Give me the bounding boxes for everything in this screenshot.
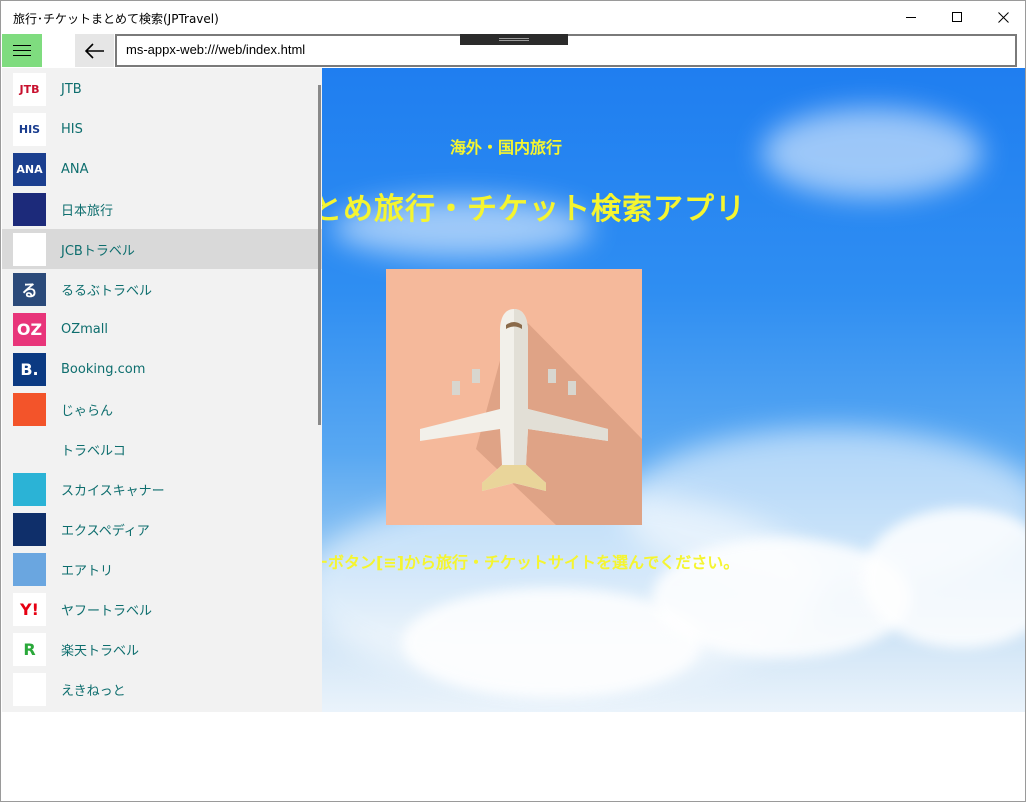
cloud-decoration	[762, 108, 982, 198]
menu-item-label: エクスペディア	[61, 523, 150, 539]
menu-item-label: エアトリ	[61, 563, 114, 579]
nihon-ryoko-logo-icon	[13, 192, 46, 226]
maximize-icon	[952, 12, 962, 22]
travelko-logo-icon	[13, 432, 46, 466]
menu-item-label: スカイスキャナー	[61, 483, 165, 499]
close-icon	[997, 11, 1009, 23]
menu-icon-text: ANA	[16, 162, 43, 176]
menu-item-ana[interactable]: ANA ANA	[2, 149, 322, 189]
menu-scrollbar[interactable]	[318, 85, 321, 425]
hamburger-line	[13, 55, 31, 56]
back-arrow-icon	[84, 42, 104, 59]
menu-item-skyscanner[interactable]: スカイスキャナー	[2, 469, 322, 509]
page-subtitle: 海外・国内旅行	[450, 138, 563, 157]
menu-item-label: トラベルコ	[61, 443, 126, 459]
jtb-logo-icon: JTB	[13, 72, 46, 106]
rakuten-travel-logo-icon: R	[13, 632, 46, 666]
instruction-text: ーボタン[≡]から旅行・チケットサイトを選んでください。	[312, 553, 740, 572]
menu-icon-text: る	[21, 281, 38, 300]
bottom-blank-area	[2, 712, 1025, 801]
menu-item-label: じゃらん	[61, 403, 114, 419]
menu-item-rurubu[interactable]: る るるぶトラベル	[2, 269, 322, 309]
menu-icon-text: Y!	[20, 599, 39, 619]
window-title: 旅行･チケットまとめて検索(JPTravel)	[13, 12, 219, 26]
hamburger-line	[13, 50, 31, 51]
side-navigation-pane[interactable]: JTB JTB HIS HIS ANA ANA 日本旅行 JCBトラベルるるるぶトラベル OZ O…	[2, 68, 322, 712]
menu-item-label: JTB	[61, 81, 82, 97]
menu-item-label: JCBトラベル	[61, 243, 135, 259]
airtrip-logo-icon	[13, 552, 46, 586]
rurubu-logo-icon: る	[13, 272, 46, 306]
drag-grip-handle[interactable]	[460, 34, 568, 45]
menu-item-label: ヤフートラベル	[61, 603, 153, 619]
menu-item-ekinet[interactable]: えきねっと	[2, 669, 322, 709]
menu-item-jcb-travel[interactable]: JCBトラベル	[2, 229, 322, 269]
menu-item-airtrip[interactable]: エアトリ	[2, 549, 322, 589]
menu-item-nihon-ryoko[interactable]: 日本旅行	[2, 189, 322, 229]
page-title: とめ旅行・チケット検索アプリ	[312, 192, 746, 227]
ozmall-logo-icon: OZ	[13, 312, 46, 346]
jalan-logo-icon	[13, 392, 46, 426]
back-button[interactable]	[75, 34, 114, 67]
ekinet-logo-icon	[13, 672, 46, 706]
menu-item-label: るるぶトラベル	[61, 283, 153, 299]
his-logo-icon: HIS	[13, 112, 46, 146]
menu-item-label: OZmall	[61, 321, 108, 337]
menu-icon-text: OZ	[16, 319, 43, 339]
close-button[interactable]	[980, 1, 1025, 33]
ana-logo-icon: ANA	[13, 152, 46, 186]
menu-item-label: HIS	[61, 121, 83, 137]
menu-item-jtb[interactable]: JTB JTB	[2, 69, 322, 109]
airplane-icon	[420, 309, 642, 525]
expedia-logo-icon	[13, 512, 46, 546]
menu-item-label: 日本旅行	[61, 203, 114, 219]
yahoo-travel-logo-icon: Y!	[13, 592, 46, 626]
menu-item-ozmall[interactable]: OZ OZmall	[2, 309, 322, 349]
menu-item-yahoo-travel[interactable]: Y! ヤフートラベル	[2, 589, 322, 629]
menu-item-label: 楽天トラベル	[61, 643, 140, 659]
title-bar[interactable]: 旅行･チケットまとめて検索(JPTravel)	[1, 1, 1025, 33]
menu-icon-text: R	[23, 639, 36, 659]
booking-logo-icon: B.	[13, 352, 46, 386]
maximize-button[interactable]	[934, 1, 980, 33]
grip-icon	[499, 38, 529, 41]
menu-icon-text: JTB	[19, 82, 40, 96]
menu-item-rakuten-travel[interactable]: R 楽天トラベル	[2, 629, 322, 669]
menu-item-label: Booking.com	[61, 361, 146, 377]
menu-item-jalan[interactable]: じゃらん	[2, 389, 322, 429]
menu-icon-text: HIS	[18, 122, 41, 136]
menu-item-label: ANA	[61, 161, 89, 177]
menu-item-travelko[interactable]: トラベルコ	[2, 429, 322, 469]
menu-item-booking[interactable]: B. Booking.com	[2, 349, 322, 389]
hamburger-menu-button[interactable]	[2, 34, 42, 67]
skyscanner-logo-icon	[13, 472, 46, 506]
menu-item-expedia[interactable]: エクスペディア	[2, 509, 322, 549]
jcb-travel-logo-icon	[13, 232, 46, 266]
menu-item-label: えきねっと	[61, 683, 126, 699]
menu-icon-text: B.	[20, 359, 39, 379]
hamburger-line	[13, 45, 31, 46]
menu-item-his[interactable]: HIS HIS	[2, 109, 322, 149]
url-text: ms-appx-web:///web/index.html	[126, 42, 306, 57]
minimize-button[interactable]	[888, 1, 934, 33]
airplane-image	[386, 269, 642, 525]
minimize-icon	[906, 16, 916, 18]
app-window: 旅行･チケットまとめて検索(JPTravel) ms-appx-web:///w…	[0, 0, 1026, 802]
